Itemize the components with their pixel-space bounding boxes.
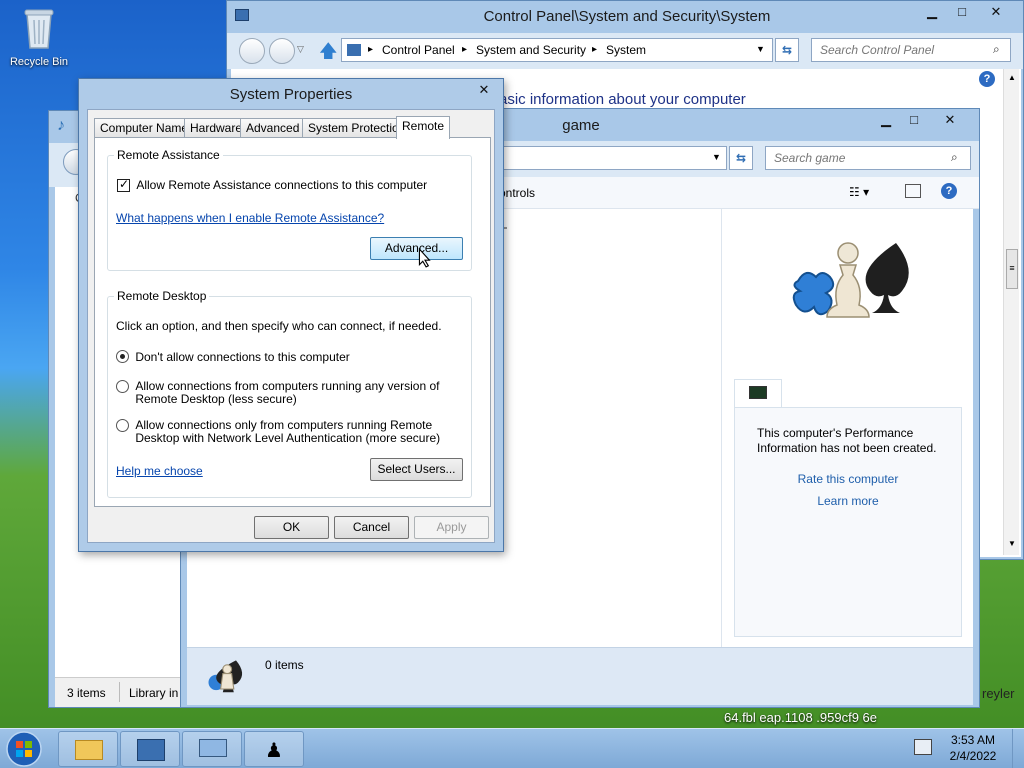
cp-maximize-button[interactable]: □: [947, 3, 977, 23]
recycle-bin-label: Recycle Bin: [9, 56, 69, 68]
apply-button[interactable]: Apply: [414, 516, 489, 539]
tab-system-protection[interactable]: System Protection: [302, 118, 412, 138]
cp-forward-button[interactable]: [269, 38, 295, 64]
music-icon: ♪: [57, 117, 65, 134]
game-status-items: 0 items: [265, 658, 304, 672]
remote-desktop-instruction: Click an option, and then specify who ca…: [116, 319, 442, 333]
chevron-down-icon[interactable]: ▽: [297, 44, 304, 55]
taskbar: ♟ 3:53 AM 2/4/2022: [0, 728, 1024, 768]
control-panel-icon: [137, 739, 165, 761]
game-status-bar: 0 items: [187, 647, 973, 705]
tab-remote[interactable]: Remote: [396, 116, 451, 139]
system-properties-dialog[interactable]: System Properties ✕ Computer Name Hardwa…: [78, 78, 504, 552]
game-address-bar[interactable]: ▼: [491, 146, 727, 170]
breadcrumb-system-security[interactable]: System and Security: [476, 43, 586, 57]
search-icon: ⌕: [993, 42, 1000, 56]
performance-monitor-icon: [749, 386, 767, 399]
cp-address-bar[interactable]: ▸ Control Panel ▸ System and Security ▸ …: [341, 38, 773, 62]
learn-more-link[interactable]: Learn more: [735, 494, 961, 508]
tab-advanced[interactable]: Advanced: [240, 118, 306, 138]
game-window-title: game: [562, 117, 600, 134]
game-search-input[interactable]: Search game: [765, 146, 971, 170]
advanced-button[interactable]: Advanced...: [370, 237, 463, 260]
details-pane: This computer's Performance Information …: [721, 209, 973, 647]
help-me-choose-link[interactable]: Help me choose: [116, 464, 203, 478]
ok-button[interactable]: OK: [254, 516, 329, 539]
scrollbar-thumb[interactable]: ≡: [1006, 249, 1018, 289]
library-status-library: Library in: [129, 686, 179, 700]
taskbar-explorer-button[interactable]: [58, 731, 118, 767]
folder-icon: [75, 740, 103, 760]
computer-icon: [199, 739, 227, 757]
taskbar-clock[interactable]: 3:53 AM 2/4/2022: [940, 732, 1006, 764]
game-close-button[interactable]: ✕: [935, 111, 965, 131]
search-icon: ⌕: [951, 150, 958, 164]
performance-tab[interactable]: [734, 379, 782, 407]
clock-date: 2/4/2022: [949, 749, 997, 763]
refresh-icon[interactable]: ⇆: [729, 146, 753, 170]
control-panel-small-icon: [347, 44, 361, 56]
cp-search-input[interactable]: Search Control Panel: [811, 38, 1011, 62]
background-right-text: reyler: [982, 686, 1015, 701]
help-icon[interactable]: ?: [979, 71, 995, 87]
show-desktop-button[interactable]: [1012, 729, 1024, 768]
background-hash-text: 64.fbl eap.1108 .959cf9 6e: [724, 710, 877, 725]
chevron-down-icon[interactable]: ▼: [712, 152, 721, 162]
remote-desktop-group: Remote Desktop Click an option, and then…: [107, 289, 472, 498]
mouse-cursor-icon: [418, 248, 431, 268]
refresh-icon[interactable]: ⇆: [775, 38, 799, 62]
tab-computer-name[interactable]: Computer Name: [94, 118, 195, 138]
preview-pane-icon[interactable]: [905, 184, 921, 198]
game-minimize-button[interactable]: ▁: [871, 111, 901, 131]
dialog-close-button[interactable]: ✕: [469, 81, 499, 101]
network-icon[interactable]: [914, 739, 932, 755]
performance-info-text: This computer's Performance Information …: [757, 426, 937, 455]
cp-heading: asic information about your computer: [499, 91, 746, 108]
remote-tab-panel: Remote Assistance ✓ Allow Remote Assista…: [94, 137, 491, 507]
recycle-bin-icon: [24, 9, 54, 49]
games-icon: ♟: [265, 740, 283, 762]
remote-desktop-label: Remote Desktop: [114, 289, 210, 303]
allow-remote-assistance-checkbox[interactable]: ✓ Allow Remote Assistance connections to…: [117, 177, 427, 193]
toolbar-controls-text: ontrols: [499, 186, 536, 200]
radio-dont-allow[interactable]: Don't allow connections to this computer: [116, 350, 350, 364]
checkmark-icon: ✓: [117, 177, 130, 193]
cp-close-button[interactable]: ✕: [981, 3, 1011, 23]
help-icon[interactable]: ?: [941, 183, 957, 199]
taskbar-system-button[interactable]: [182, 731, 242, 767]
breadcrumb-system[interactable]: System: [606, 43, 646, 57]
library-status-items: 3 items: [67, 686, 106, 700]
start-button[interactable]: [4, 730, 44, 768]
breadcrumb-control-panel[interactable]: Control Panel: [382, 43, 455, 57]
tab-hardware[interactable]: Hardware: [184, 118, 249, 138]
cp-scrollbar[interactable]: ▲ ≡ ▼: [1003, 69, 1019, 555]
recycle-bin-desktop-icon[interactable]: Recycle Bin: [6, 6, 72, 68]
clock-time: 3:53 AM: [950, 733, 996, 747]
cp-back-button[interactable]: [239, 38, 265, 64]
taskbar-control-panel-button[interactable]: [120, 731, 180, 767]
game-maximize-button[interactable]: □: [899, 111, 929, 131]
remote-assistance-label: Remote Assistance: [114, 148, 223, 162]
cancel-button[interactable]: Cancel: [334, 516, 409, 539]
games-small-icon: [208, 660, 243, 693]
chevron-down-icon[interactable]: ▼: [756, 44, 765, 54]
taskbar-games-button[interactable]: ♟: [244, 731, 304, 767]
radio-allow-nla[interactable]: Allow connections only from computers ru…: [116, 419, 440, 445]
rate-computer-link[interactable]: Rate this computer: [735, 472, 961, 486]
radio-allow-any-version[interactable]: Allow connections from computers running…: [116, 380, 440, 406]
games-logo-icon: [792, 242, 909, 318]
view-options-icon[interactable]: ☷ ▾: [849, 185, 869, 199]
control-panel-title: Control Panel\System and Security\System: [483, 8, 771, 25]
dialog-title: System Properties: [229, 86, 353, 103]
control-panel-app-icon: [235, 9, 249, 21]
cp-minimize-button[interactable]: ▁: [917, 3, 947, 23]
up-arrow-icon[interactable]: 🡅: [319, 39, 338, 69]
select-users-button[interactable]: Select Users...: [370, 458, 463, 481]
windows-logo-icon: [6, 731, 42, 767]
remote-assistance-info-link[interactable]: What happens when I enable Remote Assist…: [116, 211, 384, 225]
